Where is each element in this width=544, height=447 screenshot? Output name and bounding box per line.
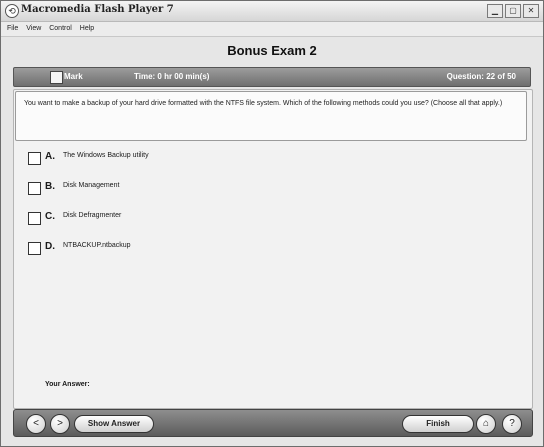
maximize-icon[interactable]: ▢ xyxy=(505,4,521,18)
option-b-checkbox[interactable] xyxy=(28,182,41,195)
menu-file[interactable]: File xyxy=(7,22,18,36)
menu-view[interactable]: View xyxy=(26,22,41,36)
mark-label: Mark xyxy=(64,72,83,81)
question-counter-label: Question: xyxy=(446,72,484,81)
your-answer-label: Your Answer: xyxy=(45,381,90,388)
menu-help[interactable]: Help xyxy=(80,22,94,36)
exam-info-bar: Mark Time: 0 hr 00 min(s) Question: 22 o… xyxy=(13,67,531,87)
answer-options: A. The Windows Backup utility B. Disk Ma… xyxy=(23,149,523,269)
flash-player-icon: ⟲ xyxy=(5,4,19,18)
option-a-checkbox[interactable] xyxy=(28,152,41,165)
option-d[interactable]: D. NTBACKUP.ntbackup xyxy=(23,239,523,269)
window-title: Macromedia Flash Player 7 xyxy=(21,4,174,15)
option-b-text: Disk Management xyxy=(63,182,120,189)
bottom-toolbar: < > Show Answer Finish ⌂ ? xyxy=(13,409,533,437)
question-counter-value: 22 of 50 xyxy=(486,72,516,81)
menu-bar: File View Control Help xyxy=(1,22,543,37)
question-text-box: You want to make a backup of your hard d… xyxy=(15,91,527,141)
option-d-letter: D. xyxy=(45,241,55,252)
help-icon[interactable]: ? xyxy=(502,414,522,434)
question-text: You want to make a backup of your hard d… xyxy=(24,100,503,107)
option-a[interactable]: A. The Windows Backup utility xyxy=(23,149,523,179)
flash-player-window: ⟲ Macromedia Flash Player 7 ▁ ▢ ✕ File V… xyxy=(0,0,544,447)
title-bar: ⟲ Macromedia Flash Player 7 ▁ ▢ ✕ xyxy=(1,1,543,22)
time-display: Time: 0 hr 00 min(s) xyxy=(134,72,210,81)
option-c[interactable]: C. Disk Defragmenter xyxy=(23,209,523,239)
exam-title: Bonus Exam 2 xyxy=(227,43,317,58)
mark-checkbox[interactable] xyxy=(50,71,63,84)
finish-button[interactable]: Finish xyxy=(402,415,474,433)
close-icon[interactable]: ✕ xyxy=(523,4,539,18)
question-counter: Question: 22 of 50 xyxy=(447,72,516,81)
option-b-letter: B. xyxy=(45,181,55,192)
minimize-icon[interactable]: ▁ xyxy=(487,4,503,18)
previous-arrow-icon[interactable]: < xyxy=(26,414,46,434)
option-a-text: The Windows Backup utility xyxy=(63,152,149,159)
option-c-checkbox[interactable] xyxy=(28,212,41,225)
option-c-letter: C. xyxy=(45,211,55,222)
option-d-text: NTBACKUP.ntbackup xyxy=(63,242,131,249)
option-c-text: Disk Defragmenter xyxy=(63,212,122,219)
option-d-checkbox[interactable] xyxy=(28,242,41,255)
option-b[interactable]: B. Disk Management xyxy=(23,179,523,209)
home-icon[interactable]: ⌂ xyxy=(476,414,496,434)
next-arrow-icon[interactable]: > xyxy=(50,414,70,434)
option-a-letter: A. xyxy=(45,151,55,162)
menu-control[interactable]: Control xyxy=(49,22,72,36)
show-answer-button[interactable]: Show Answer xyxy=(74,415,154,433)
